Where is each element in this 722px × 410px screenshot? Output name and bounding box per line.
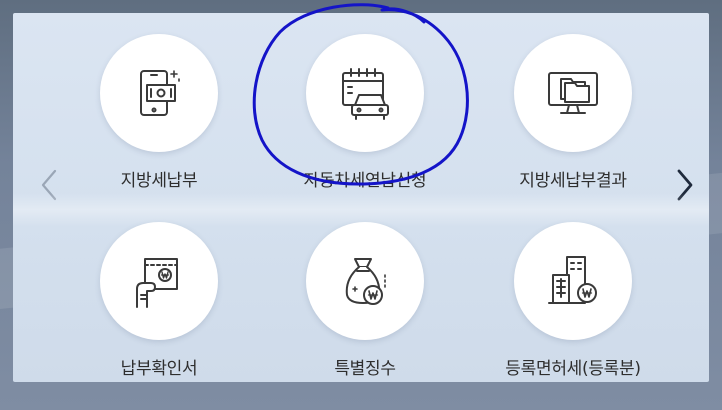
menu-item-icon-circle	[514, 34, 632, 152]
window-background: 지방세납부 자동차세연납신청 지방세납부결과 납부확인서 특별징수 등록면허세(…	[0, 0, 722, 410]
menu-item-icon-circle	[306, 222, 424, 340]
mobile-bill-icon	[140, 70, 180, 116]
menu-item-local-tax-result[interactable]: 지방세납부결과	[473, 34, 673, 191]
menu-panel: 지방세납부 자동차세연납신청 지방세납부결과 납부확인서 특별징수 등록면허세(…	[13, 13, 709, 382]
prev-arrow-button[interactable]	[37, 167, 61, 203]
menu-item-icon-circle	[514, 222, 632, 340]
menu-item-icon-circle	[100, 34, 218, 152]
menu-item-label: 자동차세연납신청	[303, 171, 427, 191]
chevron-left-icon	[41, 169, 57, 201]
next-arrow-button[interactable]	[673, 167, 697, 203]
monitor-folder-icon	[548, 72, 598, 114]
menu-item-special-collection[interactable]: 특별징수	[265, 222, 465, 379]
menu-item-car-tax-annual-payment[interactable]: 자동차세연납신청	[265, 34, 465, 191]
menu-item-icon-circle	[100, 222, 218, 340]
menu-item-label: 등록면허세(등록분)	[505, 359, 641, 379]
menu-item-payment-certificate[interactable]: 납부확인서	[59, 222, 259, 379]
menu-item-label: 지방세납부	[120, 171, 198, 191]
car-calendar-icon	[342, 68, 389, 120]
menu-item-label: 지방세납부결과	[519, 171, 627, 191]
money-bag-won-icon	[345, 258, 386, 305]
receipt-won-icon	[136, 258, 178, 308]
menu-item-local-tax-payment[interactable]: 지방세납부	[59, 34, 259, 191]
menu-item-icon-circle	[306, 34, 424, 152]
chevron-right-icon	[677, 169, 693, 201]
menu-item-label: 납부확인서	[120, 359, 198, 379]
building-won-icon	[548, 256, 597, 304]
menu-item-registration-license-tax[interactable]: 등록면허세(등록분)	[473, 222, 673, 379]
menu-item-label: 특별징수	[334, 359, 396, 379]
